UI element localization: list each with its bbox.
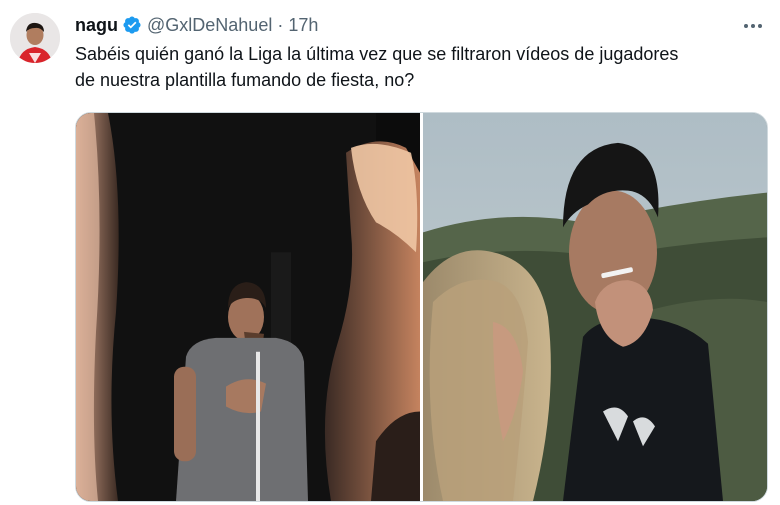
author-handle[interactable]: @GxlDeNahuel xyxy=(147,14,272,36)
author-name[interactable]: nagu xyxy=(75,14,118,36)
tweet-text: Sabéis quién ganó la Liga la última vez … xyxy=(75,44,679,90)
tweet-timestamp[interactable]: 17h xyxy=(288,14,318,36)
avatar-image xyxy=(10,13,60,63)
photo-2-image xyxy=(423,113,767,501)
photo-2[interactable] xyxy=(423,113,767,501)
photo-1-image xyxy=(76,113,420,501)
photo-1[interactable] xyxy=(76,113,420,501)
media-grid xyxy=(75,112,768,502)
verified-badge-icon xyxy=(122,15,142,35)
more-dots-icon xyxy=(744,24,762,28)
separator-dot: · xyxy=(277,15,284,35)
avatar[interactable] xyxy=(10,13,60,63)
tweet-header: nagu @GxlDeNahuel · 17h xyxy=(75,14,318,36)
more-options-button[interactable] xyxy=(742,16,764,36)
